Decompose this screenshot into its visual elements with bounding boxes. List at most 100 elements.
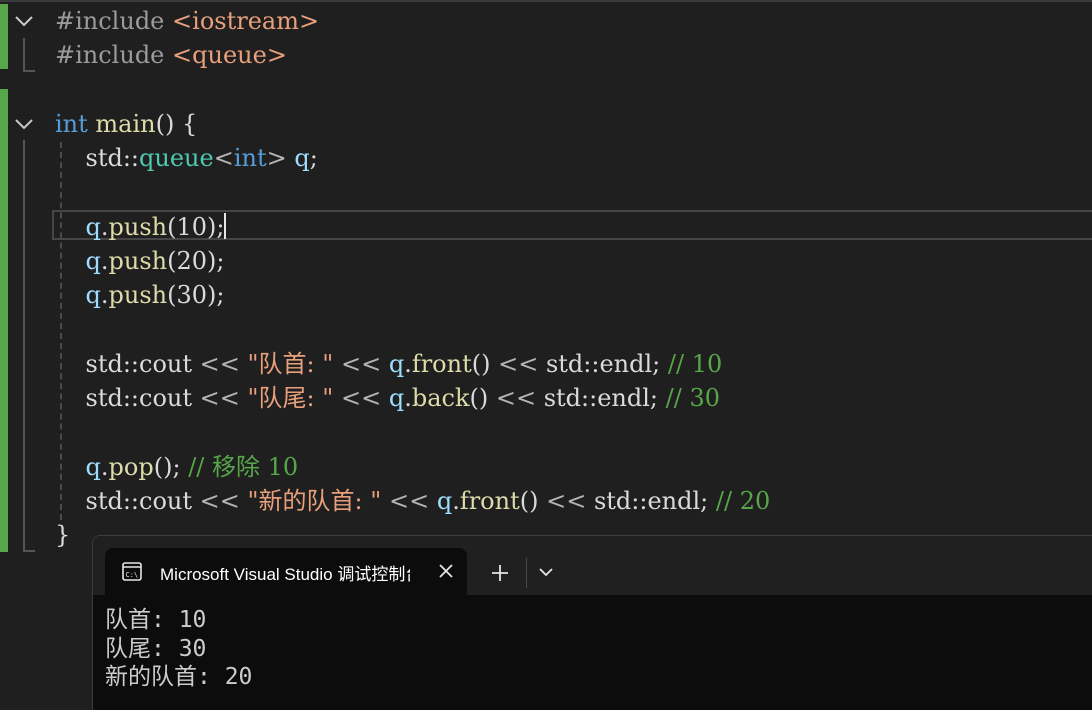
punctuation: . [404, 384, 412, 413]
editor-top-border [0, 0, 1092, 2]
punctuation: . [452, 487, 460, 516]
method-name: pop [108, 452, 154, 481]
terminal-tab-bar: C:\ Microsoft Visual Studio 调试控制台 [93, 536, 1092, 596]
variable: q [85, 281, 101, 310]
punctuation: ; [216, 281, 225, 310]
terminal-output-line: 队首: 10 [105, 607, 207, 633]
method-name: front [459, 487, 520, 516]
variable: q [294, 144, 310, 173]
collapse-chevron-icon[interactable] [13, 114, 35, 134]
comment: // 20 [715, 487, 771, 516]
cout-identifier: std::cout [85, 487, 193, 516]
terminal-tab[interactable]: C:\ Microsoft Visual Studio 调试控制台 [105, 548, 467, 596]
variable: q [436, 487, 453, 516]
fold-guide [23, 140, 25, 551]
punctuation: . [100, 281, 109, 310]
change-indicator-bar [0, 89, 8, 552]
punctuation: () [155, 109, 175, 138]
code-line-2: #include <queue> [55, 38, 770, 72]
code-line-11: std::cout << "队首: " << q.front() << std:… [55, 347, 770, 381]
terminal-output-line: 队尾: 30 [105, 635, 207, 662]
punctuation: . [100, 212, 109, 241]
punctuation: . [100, 452, 109, 481]
string-literal: "队首: " [247, 349, 334, 378]
plus-icon[interactable] [487, 560, 513, 586]
arguments: (30) [167, 281, 217, 310]
code-line-4: int main() { [55, 107, 770, 141]
operator: << [388, 487, 430, 516]
arguments: (20) [167, 247, 217, 276]
method-name: push [108, 212, 168, 241]
fold-guide [23, 38, 25, 71]
operator: << [340, 349, 382, 378]
operator: << [199, 384, 240, 413]
keyword: int [55, 109, 88, 138]
method-name: front [411, 349, 472, 378]
punctuation: } [55, 521, 71, 550]
punctuation: ; [652, 349, 661, 378]
operator: << [199, 487, 240, 516]
punctuation: ; [172, 452, 181, 481]
endl-identifier: std::endl [593, 487, 701, 516]
namespace: std:: [85, 144, 140, 173]
include-header: <queue> [172, 41, 287, 70]
endl-identifier: std::endl [543, 384, 650, 413]
code-line-7: q.push(10); [55, 210, 770, 244]
operator: << [199, 349, 240, 378]
punctuation: ; [700, 487, 709, 516]
code-line-5: std::queue<int> q; [55, 141, 770, 175]
punctuation: ; [216, 212, 225, 241]
keyword: int [233, 144, 267, 173]
debug-console-window[interactable]: C:\ Microsoft Visual Studio 调试控制台 队首: 10 [92, 535, 1092, 710]
fold-guide [23, 70, 35, 72]
comment: // 移除 10 [188, 452, 299, 481]
method-name: push [108, 247, 168, 276]
punctuation: ; [309, 144, 318, 173]
svg-text:C:\: C:\ [126, 571, 139, 579]
punctuation: ; [216, 247, 225, 276]
variable: q [85, 212, 101, 241]
close-icon[interactable] [437, 562, 455, 580]
arguments: (10) [167, 212, 217, 241]
code-content[interactable]: #include <iostream> #include <queue> int… [55, 4, 770, 553]
punctuation: { [182, 109, 198, 138]
function-name: main [95, 109, 156, 138]
operator: << [340, 384, 382, 413]
variable: q [388, 349, 405, 378]
punctuation: () [519, 487, 539, 516]
variable: q [85, 247, 101, 276]
operator: << [498, 349, 539, 378]
method-name: push [108, 281, 168, 310]
punctuation: > [266, 144, 287, 173]
collapse-chevron-icon[interactable] [13, 11, 35, 31]
chevron-down-icon[interactable] [536, 564, 556, 580]
punctuation: () [471, 349, 491, 378]
code-line-1: #include <iostream> [55, 4, 770, 38]
cout-identifier: std::cout [85, 349, 193, 378]
punctuation: ; [649, 384, 659, 413]
operator: << [546, 487, 587, 516]
string-literal: "队尾: " [247, 384, 334, 413]
include-header: <iostream> [172, 7, 320, 35]
punctuation: < [213, 144, 234, 173]
code-line-8: q.push(20); [55, 244, 770, 278]
code-line-14: q.pop(); // 移除 10 [55, 450, 770, 484]
terminal-output: 队首: 10 队尾: 30 新的队首: 20 [105, 606, 252, 692]
change-indicator-bar [0, 4, 8, 69]
variable: q [388, 384, 405, 413]
terminal-app-icon: C:\ [122, 562, 142, 581]
comment: // 30 [665, 384, 720, 413]
code-line-15: std::cout << "新的队首: " << q.front() << st… [55, 484, 771, 518]
string-literal: "新的队首: " [247, 487, 382, 516]
punctuation: . [404, 349, 412, 378]
punctuation: () [153, 452, 173, 481]
operator: << [495, 384, 537, 413]
endl-identifier: std::endl [545, 349, 653, 378]
terminal-tab-title: Microsoft Visual Studio 调试控制台 [160, 565, 410, 584]
comment: // 10 [667, 349, 723, 378]
terminal-output-line: 新的队首: 20 [105, 664, 253, 690]
